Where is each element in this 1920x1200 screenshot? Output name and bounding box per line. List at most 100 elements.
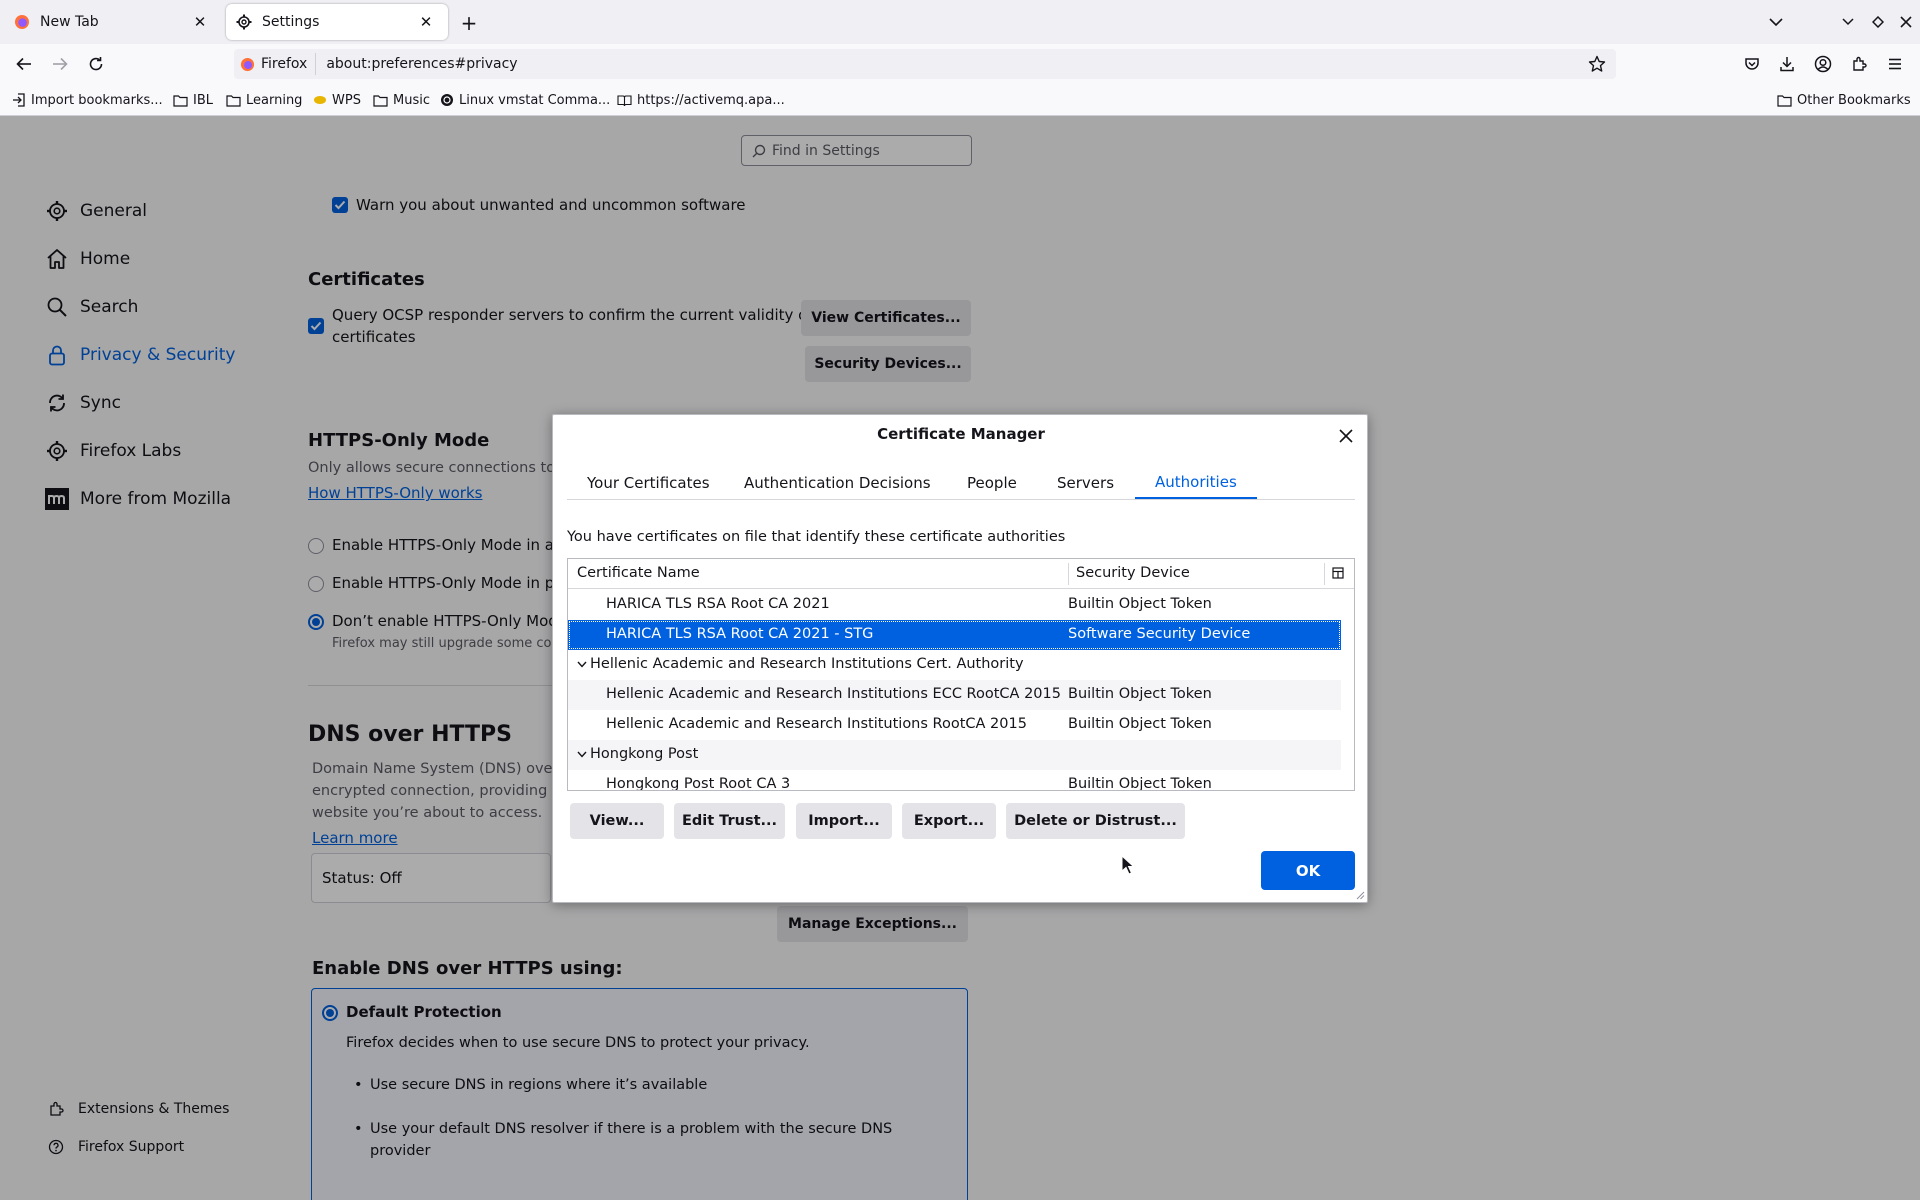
cert-device: Builtin Object Token (1068, 596, 1212, 612)
delete-or-distrust-button[interactable]: Delete or Distrust... (1006, 803, 1185, 839)
maximize-icon[interactable] (1868, 12, 1888, 32)
tab-authentication-decisions[interactable]: Authentication Decisions (724, 467, 951, 499)
tab-people[interactable]: People (947, 467, 1037, 499)
export-button[interactable]: Export... (902, 803, 996, 839)
tab-new-tab[interactable]: New Tab ✕ (4, 4, 222, 40)
column-security-device[interactable]: Security Device (1076, 565, 1190, 581)
new-tab-button[interactable]: + (456, 10, 482, 36)
bookmark-label: Other Bookmarks (1797, 92, 1911, 108)
import-icon (12, 93, 26, 107)
forward-icon[interactable] (48, 52, 72, 76)
close-window-icon[interactable] (1896, 12, 1916, 32)
tab-divider (567, 499, 1355, 500)
resize-grip-icon[interactable] (1355, 890, 1365, 900)
bookmark-import[interactable]: Import bookmarks... (12, 91, 163, 109)
table-row[interactable]: Hellenic Academic and Research Instituti… (568, 680, 1341, 710)
bookmark-label: Music (393, 92, 430, 108)
bookmark-label: Learning (246, 92, 303, 108)
certificate-tree[interactable]: Certificate Name Security Device HARICA … (567, 558, 1355, 791)
tab-title: New Tab (40, 14, 99, 30)
import-button[interactable]: Import... (796, 803, 892, 839)
tree-group-row[interactable]: Hellenic Academic and Research Instituti… (568, 650, 1341, 680)
folder-icon (373, 94, 388, 107)
view-button[interactable]: View... (570, 803, 664, 839)
tab-settings[interactable]: Settings ✕ (226, 4, 448, 40)
cert-device: Software Security Device (1068, 626, 1251, 642)
pocket-icon[interactable] (1740, 52, 1764, 76)
tree-header: Certificate Name Security Device (568, 559, 1354, 589)
wps-icon (313, 94, 327, 106)
table-row[interactable]: HARICA TLS RSA Root CA 2021 Builtin Obje… (568, 590, 1341, 620)
column-picker-icon[interactable] (1332, 567, 1344, 579)
column-separator (1324, 563, 1325, 585)
tab-authorities[interactable]: Authorities (1135, 467, 1257, 499)
downloads-icon[interactable] (1775, 52, 1799, 76)
tab-servers[interactable]: Servers (1037, 467, 1134, 499)
bookmark-label: WPS (332, 92, 361, 108)
chevron-down-icon[interactable] (575, 747, 589, 761)
bookmark-ibl[interactable]: IBL (173, 91, 213, 109)
tab-your-certificates[interactable]: Your Certificates (567, 467, 730, 499)
bookmark-label: https://activemq.apa... (637, 92, 785, 108)
authorities-description: You have certificates on file that ident… (567, 529, 1066, 545)
site-icon (440, 93, 454, 107)
dialog-title: Certificate Manager (877, 425, 1045, 443)
tab-strip: New Tab ✕ Settings ✕ + (0, 0, 1920, 44)
cert-device: Builtin Object Token (1068, 686, 1212, 702)
close-icon[interactable] (1335, 425, 1357, 447)
reload-icon[interactable] (84, 52, 108, 76)
bookmarks-toolbar: Import bookmarks... IBL Learning WPS Mus… (0, 84, 1920, 116)
cert-name: Hellenic Academic and Research Instituti… (606, 716, 1027, 732)
firefox-logo-icon (240, 57, 255, 72)
cert-group-name: Hongkong Post (590, 746, 699, 762)
folder-icon (1777, 94, 1792, 107)
address-bar[interactable]: Firefox about:preferences#privacy (234, 49, 1616, 79)
firefox-logo-icon (14, 14, 30, 30)
folder-icon (226, 94, 241, 107)
certificate-manager-dialog: Certificate Manager Your Certificates Au… (552, 414, 1368, 903)
tree-group-row[interactable]: Hongkong Post (568, 740, 1341, 770)
list-all-tabs-icon[interactable] (1766, 12, 1786, 32)
bookmark-vmstat[interactable]: Linux vmstat Comma... (440, 91, 610, 109)
bookmark-music[interactable]: Music (373, 91, 430, 109)
book-icon (617, 94, 632, 107)
cert-name: HARICA TLS RSA Root CA 2021 (606, 596, 830, 612)
tab-title: Settings (262, 14, 320, 30)
folder-icon (173, 94, 188, 107)
bookmark-label: IBL (193, 92, 213, 108)
cert-name: Hongkong Post Root CA 3 (606, 776, 791, 791)
cert-device: Builtin Object Token (1068, 716, 1212, 732)
identity-box[interactable]: Firefox (234, 53, 317, 75)
ok-button[interactable]: OK (1261, 851, 1355, 890)
bookmark-label: Linux vmstat Comma... (459, 92, 611, 108)
extensions-icon[interactable] (1847, 52, 1871, 76)
bookmark-star-icon[interactable] (1588, 55, 1606, 73)
url-text[interactable]: about:preferences#privacy (326, 56, 517, 72)
table-row[interactable]: Hongkong Post Root CA 3 Builtin Object T… (568, 770, 1341, 791)
close-tab-icon[interactable]: ✕ (414, 10, 438, 34)
bookmark-activemq[interactable]: https://activemq.apa... (617, 91, 785, 109)
table-row-selected[interactable]: HARICA TLS RSA Root CA 2021 - STG Softwa… (568, 620, 1341, 650)
table-row[interactable]: Hellenic Academic and Research Instituti… (568, 710, 1341, 740)
edit-trust-button[interactable]: Edit Trust... (674, 803, 785, 839)
bookmark-learning[interactable]: Learning (226, 91, 302, 109)
minimize-icon[interactable] (1838, 12, 1858, 32)
gear-icon (236, 14, 252, 30)
bookmark-other[interactable]: Other Bookmarks (1777, 91, 1911, 109)
navigation-toolbar: Firefox about:preferences#privacy (0, 44, 1920, 84)
column-separator (1068, 563, 1069, 585)
back-icon[interactable] (12, 52, 36, 76)
chevron-down-icon[interactable] (575, 657, 589, 671)
identity-label: Firefox (261, 56, 308, 72)
menu-icon[interactable] (1883, 52, 1907, 76)
cert-name: HARICA TLS RSA Root CA 2021 - STG (606, 626, 874, 642)
bookmark-wps[interactable]: WPS (313, 91, 361, 109)
mouse-cursor-icon (1121, 855, 1135, 875)
close-tab-icon[interactable]: ✕ (188, 10, 212, 34)
cert-name: Hellenic Academic and Research Instituti… (606, 686, 1061, 702)
account-icon[interactable] (1811, 52, 1835, 76)
column-certificate-name[interactable]: Certificate Name (577, 565, 700, 581)
bookmark-label: Import bookmarks... (31, 92, 163, 108)
cert-device: Builtin Object Token (1068, 776, 1212, 791)
cert-group-name: Hellenic Academic and Research Instituti… (590, 656, 1024, 672)
